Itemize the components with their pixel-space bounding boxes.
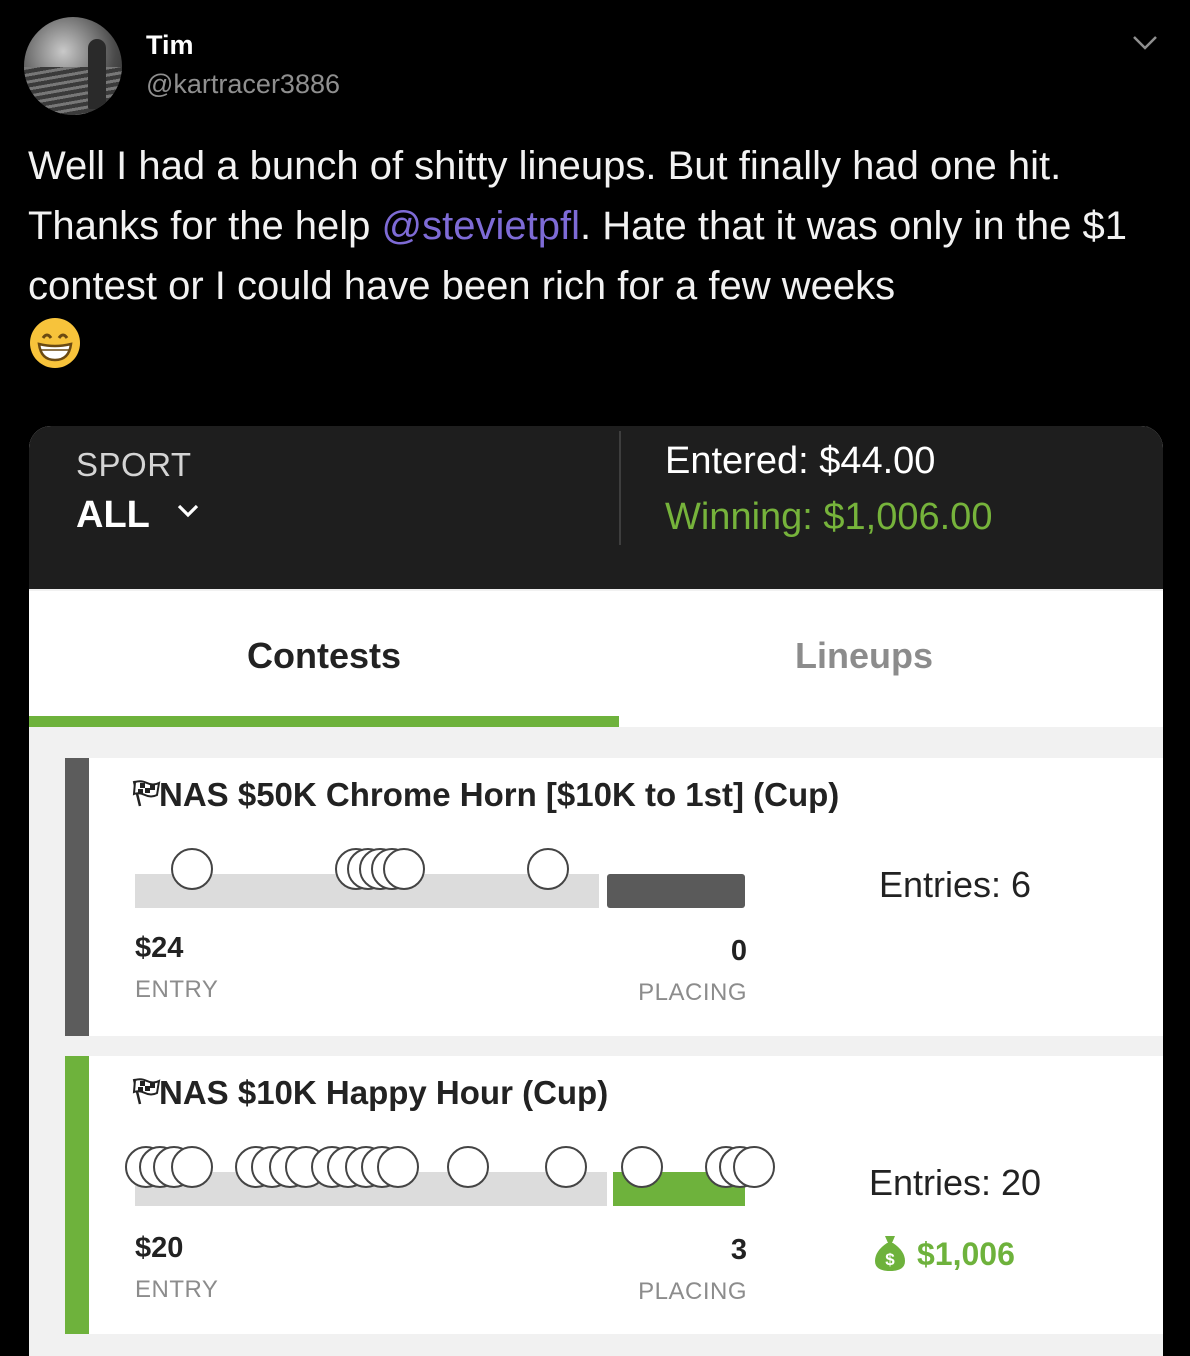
header-divider xyxy=(619,431,621,545)
contest-title[interactable]: NAS $50K Chrome Horn [$10K to 1st] (Cup) xyxy=(159,776,839,814)
contest-card[interactable]: NAS $50K Chrome Horn [$10K to 1st] (Cup)… xyxy=(65,758,1163,1036)
avatar[interactable] xyxy=(24,17,122,115)
placing-value: 0 xyxy=(730,935,747,967)
lineup-dot xyxy=(377,1146,419,1188)
chevron-down-icon[interactable] xyxy=(1132,34,1158,52)
chevron-down-icon[interactable] xyxy=(177,504,199,518)
placing-marker xyxy=(607,874,745,908)
entry-label: ENTRY xyxy=(135,1276,219,1303)
tab-contests[interactable]: Contests xyxy=(29,635,619,677)
checkered-flag-icon xyxy=(132,780,161,807)
author-handle[interactable]: @kartracer3886 xyxy=(146,69,340,100)
contest-card[interactable]: NAS $10K Happy Hour (Cup) $20 ENTRY 3 PL… xyxy=(65,1056,1163,1334)
placing-value: 3 xyxy=(730,1234,747,1266)
lineup-dot xyxy=(545,1146,587,1188)
lineup-dot xyxy=(171,1146,213,1188)
entries-count: Entries: 6 xyxy=(878,864,1032,905)
entry-label: ENTRY xyxy=(135,976,219,1003)
tweet-text: Well I had a bunch of shitty lineups. Bu… xyxy=(28,136,1173,377)
contest-title[interactable]: NAS $10K Happy Hour (Cup) xyxy=(159,1074,608,1112)
placing-label: PLACING xyxy=(638,1278,747,1305)
app-screenshot: SPORT ALL Entered: $44.00 Winning: $1,00… xyxy=(29,426,1163,1356)
entered-total: Entered: $44.00 xyxy=(665,440,936,482)
sport-label: SPORT xyxy=(76,446,192,483)
lineup-dot xyxy=(527,848,569,890)
active-tab-indicator xyxy=(29,716,619,727)
status-bar xyxy=(65,758,89,1036)
entry-amount: $20 xyxy=(135,1232,184,1264)
author-name[interactable]: Tim xyxy=(146,30,194,61)
winning-total: Winning: $1,006.00 xyxy=(665,496,993,538)
lineup-dot xyxy=(171,848,213,890)
entries-count: Entries: 20 xyxy=(868,1162,1042,1203)
checkered-flag-icon xyxy=(132,1078,161,1105)
lineup-dot xyxy=(447,1146,489,1188)
lineup-dot xyxy=(733,1146,775,1188)
svg-text:$: $ xyxy=(885,1250,895,1269)
tab-bar: Contests Lineups xyxy=(29,591,1163,727)
tab-lineups[interactable]: Lineups xyxy=(619,635,1109,677)
summary-header: SPORT ALL Entered: $44.00 Winning: $1,00… xyxy=(29,426,1163,589)
mention-link[interactable]: @stevietpfl xyxy=(382,204,580,248)
status-bar xyxy=(65,1056,89,1334)
winnings-amount: $1,006 xyxy=(917,1236,1015,1272)
lineup-dot xyxy=(621,1146,663,1188)
entry-amount: $24 xyxy=(135,932,184,964)
placing-label: PLACING xyxy=(638,979,747,1006)
grinning-face-emoji-icon xyxy=(30,318,80,368)
money-bag-icon: $ xyxy=(875,1236,905,1271)
sport-dropdown[interactable]: ALL xyxy=(76,494,150,537)
lineup-dot xyxy=(383,848,425,890)
